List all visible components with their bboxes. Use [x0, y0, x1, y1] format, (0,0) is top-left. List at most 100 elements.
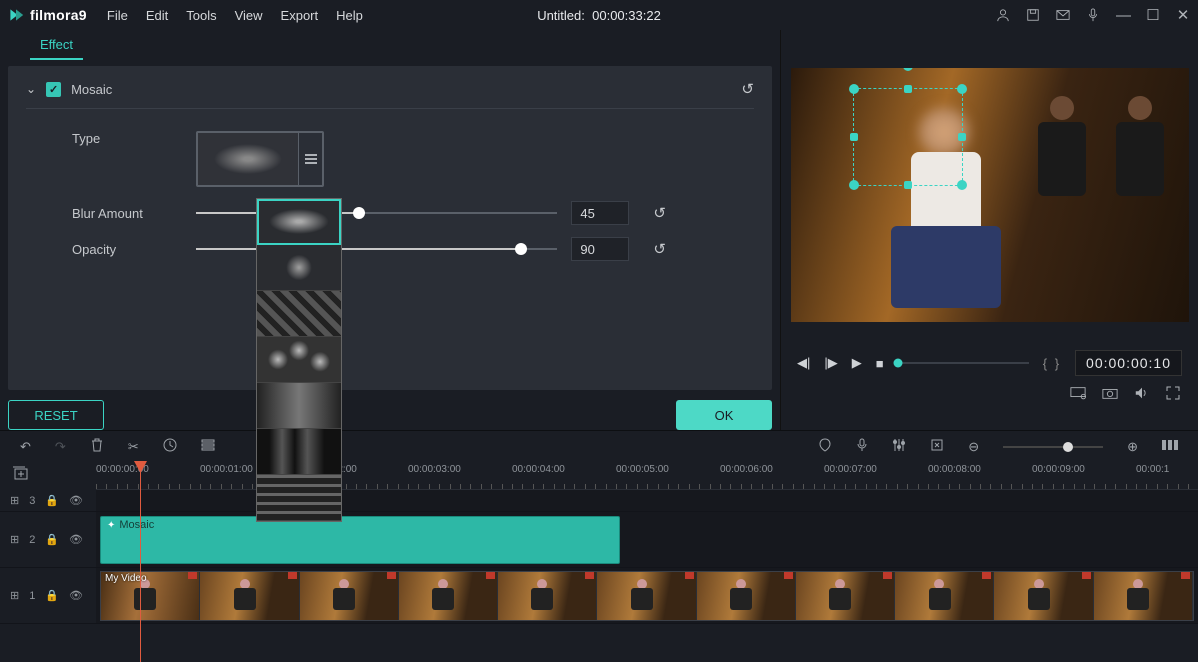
marker-icon[interactable] — [818, 438, 832, 455]
account-icon[interactable] — [996, 8, 1010, 22]
zoom-in-button[interactable]: ⊕ — [1127, 439, 1138, 455]
ruler-tick: 00:00:09:00 — [1032, 464, 1085, 475]
menu-export[interactable]: Export — [281, 8, 319, 23]
split-button[interactable]: ✂ — [128, 439, 139, 455]
project-title: Untitled: 00:00:33:22 — [537, 8, 661, 23]
app-name: filmora — [30, 7, 79, 23]
opacity-value[interactable]: 90 — [571, 237, 629, 261]
minimize-button[interactable]: — — [1116, 7, 1130, 24]
opacity-reset-icon[interactable]: ↺ — [653, 240, 666, 258]
opacity-slider[interactable] — [196, 248, 557, 250]
play-button[interactable]: ▶ — [852, 355, 862, 371]
blur-amount-slider[interactable] — [196, 212, 557, 214]
track-2: ⊞ 2 🔒 👁 ✦Mosaic — [0, 512, 1198, 568]
type-picker[interactable] — [196, 131, 324, 187]
tab-effect[interactable]: Effect — [30, 31, 83, 60]
type-option-5[interactable] — [257, 383, 341, 429]
video-thumbnail — [399, 572, 498, 620]
crop-icon[interactable] — [930, 438, 944, 455]
menu-help[interactable]: Help — [336, 8, 363, 23]
volume-icon[interactable] — [1134, 386, 1150, 400]
clip-mosaic-label: Mosaic — [119, 519, 154, 531]
preview-scrubber[interactable] — [898, 362, 1029, 364]
track-2-number: 2 — [29, 534, 35, 546]
zoom-slider[interactable] — [1003, 446, 1103, 448]
blur-amount-label: Blur Amount — [26, 206, 196, 221]
app-version: 9 — [79, 7, 87, 23]
blur-reset-icon[interactable]: ↺ — [653, 204, 666, 222]
reset-button[interactable]: RESET — [8, 400, 104, 430]
menu-file[interactable]: File — [107, 8, 128, 23]
type-option-7[interactable] — [257, 475, 341, 521]
stop-button[interactable]: ■ — [876, 356, 884, 371]
mark-brackets[interactable]: { } — [1043, 356, 1061, 371]
video-thumbnail — [1094, 572, 1193, 620]
video-thumbnail: My Video — [101, 572, 200, 620]
title-bar: filmora9 File Edit Tools View Export Hel… — [0, 0, 1198, 30]
visibility-icon[interactable]: 👁 — [69, 533, 83, 546]
ruler-tick: 00:00:03:00 — [408, 464, 461, 475]
history-button[interactable] — [163, 438, 177, 455]
delete-button[interactable] — [90, 438, 104, 455]
close-button[interactable]: ✕ — [1176, 6, 1190, 24]
video-thumbnail — [200, 572, 299, 620]
menu-edit[interactable]: Edit — [146, 8, 168, 23]
lock-icon[interactable]: 🔒 — [45, 589, 59, 602]
display-settings-icon[interactable] — [1070, 386, 1086, 400]
mixer-icon[interactable] — [892, 438, 906, 455]
menu-view[interactable]: View — [235, 8, 263, 23]
mail-icon[interactable] — [1056, 8, 1070, 22]
blur-amount-value[interactable]: 45 — [571, 201, 629, 225]
record-vo-icon[interactable] — [856, 438, 868, 455]
add-track-button[interactable] — [12, 466, 28, 483]
visibility-icon[interactable]: 👁 — [69, 589, 83, 602]
menu-tools[interactable]: Tools — [186, 8, 216, 23]
track-1: ⊞1🔒👁 My Video — [0, 568, 1198, 624]
clip-mosaic[interactable]: ✦Mosaic — [100, 516, 620, 564]
track-3: ⊞3🔒👁 — [0, 490, 1198, 512]
ruler-tick: 00:00:1 — [1136, 464, 1169, 475]
type-option-6[interactable] — [257, 429, 341, 475]
ruler-tick: 00:00:04:00 — [512, 464, 565, 475]
edit-properties-button[interactable] — [201, 438, 215, 455]
reset-section-icon[interactable]: ↺ — [741, 80, 754, 98]
video-thumbnail — [994, 572, 1093, 620]
type-list-icon[interactable] — [298, 133, 322, 185]
mic-icon[interactable] — [1086, 8, 1100, 22]
zoom-fit-button[interactable] — [1162, 438, 1178, 455]
video-thumbnail — [796, 572, 895, 620]
type-option-3[interactable] — [257, 291, 341, 337]
playhead[interactable] — [140, 462, 141, 662]
save-icon[interactable] — [1026, 8, 1040, 22]
preview-viewport[interactable] — [791, 68, 1189, 322]
clip-video[interactable]: My Video — [100, 571, 1194, 621]
chevron-down-icon[interactable]: ⌄ — [26, 82, 36, 96]
type-option-1[interactable] — [257, 199, 341, 245]
timeline: 00:00:00:0000:00:01:0000:00:02:0000:00:0… — [0, 462, 1198, 662]
visibility-icon[interactable]: 👁 — [69, 494, 83, 507]
ruler-tick: 00:00:06:00 — [720, 464, 773, 475]
zoom-out-button[interactable]: ⊖ — [968, 439, 979, 455]
snapshot-icon[interactable] — [1102, 386, 1118, 400]
track-label-icon: ⊞ — [10, 589, 19, 602]
effect-section-header[interactable]: ⌄ ✓ Mosaic ↺ — [26, 80, 754, 109]
effect-enabled-checkbox[interactable]: ✓ — [46, 82, 61, 97]
type-option-4[interactable] — [257, 337, 341, 383]
undo-button[interactable]: ↶ — [20, 439, 31, 455]
track-label-icon: ⊞ — [10, 533, 19, 546]
effect-name: Mosaic — [71, 82, 112, 97]
mosaic-selection-box[interactable] — [853, 88, 963, 186]
prev-frame-button[interactable]: ◀| — [797, 355, 810, 371]
next-frame-button[interactable]: |▶ — [824, 355, 837, 371]
lock-icon[interactable]: 🔒 — [45, 494, 59, 507]
track-label-icon: ⊞ — [10, 494, 19, 507]
ruler-tick: 00:00:05:00 — [616, 464, 669, 475]
type-option-2[interactable] — [257, 245, 341, 291]
timeline-toolbar: ↶ ↷ ✂ ⊖ ⊕ — [0, 430, 1198, 462]
lock-icon[interactable]: 🔒 — [45, 533, 59, 546]
ruler-tick: 00:00:01:00 — [200, 464, 253, 475]
maximize-button[interactable]: ☐ — [1146, 6, 1160, 24]
redo-button[interactable]: ↷ — [55, 439, 66, 455]
fullscreen-icon[interactable] — [1166, 386, 1180, 400]
ok-button[interactable]: OK — [676, 400, 772, 430]
